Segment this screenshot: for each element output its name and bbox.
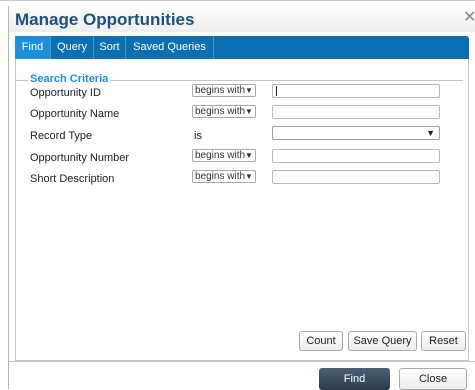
- operator-value: begins with: [195, 106, 246, 117]
- tab-find[interactable]: Find: [15, 36, 51, 59]
- record-type-operator: is: [194, 130, 202, 142]
- record-type-select[interactable]: ▼: [272, 126, 440, 140]
- short-description-label: Short Description: [30, 173, 115, 185]
- opportunity-name-operator-select[interactable]: begins with▼: [192, 105, 256, 118]
- footer-divider: [9, 361, 475, 362]
- dialog-titlebar: Manage Opportunities ✕: [9, 6, 475, 32]
- dropdown-arrow-icon: ▼: [245, 151, 253, 160]
- search-criteria-legend: Search Criteria: [28, 73, 111, 85]
- tab-saved-queries[interactable]: Saved Queries: [126, 36, 214, 59]
- record-type-label: Record Type: [30, 130, 93, 142]
- find-button[interactable]: Find: [319, 368, 390, 390]
- opportunity-number-label: Opportunity Number: [30, 152, 130, 164]
- opportunity-id-operator-select[interactable]: begins with▼: [192, 84, 256, 97]
- manage-opportunities-dialog: Manage Opportunities ✕ Find Query Sort S…: [8, 6, 475, 390]
- opportunity-name-input[interactable]: [272, 105, 440, 119]
- window-top-border: [0, 0, 475, 1]
- opportunity-id-input[interactable]: [272, 84, 440, 98]
- opportunity-id-label: Opportunity ID: [30, 87, 101, 99]
- close-button[interactable]: Close: [399, 368, 467, 390]
- operator-value: begins with: [195, 171, 246, 182]
- operator-value: begins with: [195, 150, 246, 161]
- opportunity-number-operator-select[interactable]: begins with▼: [192, 149, 256, 162]
- text-cursor: [276, 86, 277, 96]
- short-description-operator-select[interactable]: begins with▼: [192, 170, 256, 183]
- tab-query[interactable]: Query: [51, 36, 94, 59]
- dropdown-arrow-icon: ▼: [245, 107, 253, 116]
- save-query-button[interactable]: Save Query: [348, 331, 417, 351]
- opportunity-name-label: Opportunity Name: [30, 108, 120, 120]
- tab-sort[interactable]: Sort: [94, 36, 126, 59]
- dropdown-arrow-icon: ▼: [245, 172, 253, 181]
- short-description-input[interactable]: [272, 170, 440, 184]
- operator-value: begins with: [195, 85, 246, 96]
- dropdown-arrow-icon: ▼: [245, 86, 253, 95]
- opportunity-number-input[interactable]: [272, 149, 440, 163]
- dialog-title: Manage Opportunities: [15, 10, 195, 29]
- tab-bar: Find Query Sort Saved Queries: [15, 36, 469, 59]
- dropdown-arrow-icon: ▼: [426, 128, 435, 138]
- close-icon[interactable]: ✕: [463, 10, 475, 26]
- count-button[interactable]: Count: [299, 331, 343, 351]
- reset-button[interactable]: Reset: [421, 331, 466, 351]
